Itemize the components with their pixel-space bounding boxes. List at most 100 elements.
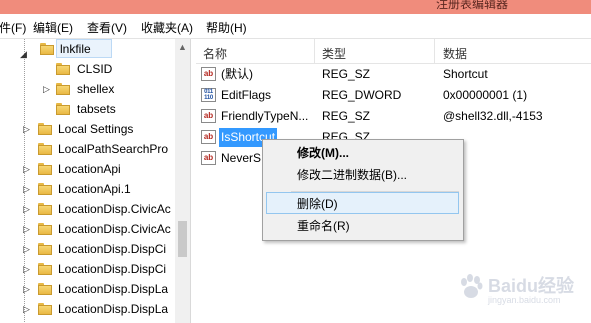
tree-item-label: CLSID — [77, 62, 113, 76]
tree-item-locationdisp-dispci-2[interactable]: ▷ LocationDisp.DispCi — [18, 259, 178, 279]
folder-icon — [38, 163, 52, 175]
folder-icon — [38, 203, 52, 215]
tree-item-local-settings[interactable]: ▷ Local Settings — [18, 119, 178, 139]
value-type: REG_SZ — [322, 109, 371, 123]
value-type: REG_SZ — [322, 67, 371, 81]
tree-item-label: tabsets — [77, 102, 116, 116]
collapsed-arrow-icon[interactable]: ▷ — [23, 119, 30, 139]
menu-file[interactable]: 件(F) — [0, 19, 26, 36]
folder-icon — [56, 83, 70, 95]
value-name: NeverS — [221, 151, 262, 165]
table-row[interactable]: ab FriendlyTypeN... REG_SZ @shell32.dll,… — [196, 106, 591, 127]
collapsed-arrow-icon[interactable]: ▷ — [23, 219, 30, 239]
tree-item-locationdisp-civic-1[interactable]: ▷ LocationDisp.CivicAc — [18, 199, 178, 219]
tree-item-tabsets[interactable]: tabsets — [38, 99, 178, 119]
folder-icon — [38, 243, 52, 255]
collapsed-arrow-icon[interactable]: ▷ — [23, 299, 30, 319]
column-header-type[interactable]: 类型 — [322, 45, 346, 62]
watermark-url: jingyan.baidu.com — [488, 295, 561, 305]
tree-item-label: LocationDisp.DispCi — [58, 242, 167, 256]
tree-item-locationapi[interactable]: ▷ LocationApi — [18, 159, 178, 179]
string-value-icon: ab — [201, 109, 216, 123]
value-name: (默认) — [221, 67, 253, 81]
value-data: 0x00000001 (1) — [443, 88, 528, 102]
menu-bar: 件(F) 编辑(E) 查看(V) 收藏夹(A) 帮助(H) — [0, 14, 591, 39]
menu-item-delete[interactable]: 删除(D) — [266, 192, 459, 214]
value-data: @shell32.dll,-4153 — [443, 109, 543, 123]
column-divider[interactable] — [314, 39, 315, 63]
menu-help[interactable]: 帮助(H) — [206, 19, 247, 36]
collapsed-arrow-icon[interactable]: ▷ — [43, 79, 50, 99]
tree-item-label: Local Settings — [58, 122, 134, 136]
folder-icon — [40, 43, 54, 55]
folder-icon — [56, 103, 70, 115]
menu-edit[interactable]: 编辑(E) — [33, 19, 73, 36]
menu-item-label: 重命名(R) — [297, 219, 350, 233]
tree-item-clsid[interactable]: CLSID — [38, 59, 178, 79]
tree-item-shellex[interactable]: ▷ shellex — [38, 79, 178, 99]
table-row[interactable]: 011 110 EditFlags REG_DWORD 0x00000001 (1… — [196, 85, 591, 106]
tree-item-locationdisp-civic-2[interactable]: ▷ LocationDisp.CivicAc — [18, 219, 178, 239]
tree-item-localpathsearch[interactable]: LocalPathSearchPro — [18, 139, 178, 159]
baidu-watermark: Baidu经验 jingyan.baidu.com — [458, 268, 586, 312]
collapsed-arrow-icon[interactable]: ▷ — [23, 239, 30, 259]
tree-item-label: LocationDisp.CivicAc — [58, 222, 171, 236]
tree-item-label: LocationDisp.CivicAc — [58, 202, 171, 216]
table-row[interactable]: ab (默认) REG_SZ Shortcut — [196, 64, 591, 85]
paw-logo-icon — [461, 274, 483, 298]
column-divider[interactable] — [434, 39, 435, 63]
menu-item-label: 修改二进制数据(B)... — [297, 168, 407, 182]
folder-icon — [38, 283, 52, 295]
menu-item-rename[interactable]: 重命名(R) — [266, 215, 459, 237]
list-header: 名称 类型 数据 — [196, 39, 591, 64]
menu-item-modify[interactable]: 修改(M)... — [266, 142, 459, 164]
column-header-name[interactable]: 名称 — [203, 45, 227, 62]
menu-item-label: 删除(D) — [297, 197, 338, 211]
menu-favorites[interactable]: 收藏夹(A) — [141, 19, 193, 36]
string-value-icon: ab — [201, 130, 216, 144]
folder-icon — [38, 183, 52, 195]
string-value-icon: ab — [201, 151, 216, 165]
column-header-data[interactable]: 数据 — [443, 45, 467, 62]
tree-item-label: LocationDisp.DispLa — [58, 282, 169, 296]
registry-tree[interactable]: ◢ lnkfile CLSID ▷ shellex tabsets ▷ Loca… — [0, 39, 191, 323]
tree-item-locationdisp-dispci-1[interactable]: ▷ LocationDisp.DispCi — [18, 239, 178, 259]
folder-icon — [56, 63, 70, 75]
tree-item-label: shellex — [77, 82, 115, 96]
string-value-icon: ab — [201, 67, 216, 81]
value-data: Shortcut — [443, 67, 488, 81]
scrollbar-thumb[interactable] — [178, 221, 187, 257]
tree-item-locationapi-1[interactable]: ▷ LocationApi.1 — [18, 179, 178, 199]
value-name: EditFlags — [221, 88, 272, 102]
expand-arrow-icon[interactable]: ◢ — [20, 44, 27, 64]
title-bar: 注册表编辑器 — [0, 0, 591, 14]
window-title: 注册表编辑器 — [436, 0, 509, 11]
tree-item-locationdisp-displa-1[interactable]: ▷ LocationDisp.DispLa — [18, 279, 178, 299]
value-name: FriendlyTypeN... — [221, 109, 309, 123]
collapsed-arrow-icon[interactable]: ▷ — [23, 199, 30, 219]
folder-icon — [38, 143, 52, 155]
menu-view[interactable]: 查看(V) — [87, 19, 127, 36]
tree-item-lnkfile[interactable]: ◢ lnkfile — [18, 39, 178, 59]
tree-item-label: LocationApi.1 — [58, 182, 131, 196]
folder-icon — [38, 223, 52, 235]
tree-scrollbar[interactable]: ▲ — [175, 39, 190, 323]
tree-item-locationdisp-displa-2[interactable]: ▷ LocationDisp.DispLa — [18, 299, 178, 319]
tree-item-label: LocationApi — [58, 162, 121, 176]
menu-item-label: 修改(M)... — [297, 146, 349, 160]
binary-value-icon: 011 110 — [201, 88, 216, 102]
menu-item-modify-binary[interactable]: 修改二进制数据(B)... — [266, 164, 459, 186]
folder-icon — [38, 303, 52, 315]
collapsed-arrow-icon[interactable]: ▷ — [23, 179, 30, 199]
context-menu: 修改(M)... 修改二进制数据(B)... 删除(D) 重命名(R) — [262, 139, 464, 241]
tree-item-label: LocationDisp.DispCi — [58, 262, 167, 276]
tree-item-label: lnkfile — [60, 42, 91, 56]
collapsed-arrow-icon[interactable]: ▷ — [23, 159, 30, 179]
tree-item-label: LocationDisp.DispLa — [58, 302, 169, 316]
scroll-up-arrow-icon[interactable]: ▲ — [178, 42, 187, 52]
value-type: REG_DWORD — [322, 88, 402, 102]
folder-icon — [38, 263, 52, 275]
tree-item-label: LocalPathSearchPro — [58, 142, 169, 156]
collapsed-arrow-icon[interactable]: ▷ — [23, 259, 30, 279]
collapsed-arrow-icon[interactable]: ▷ — [23, 279, 30, 299]
